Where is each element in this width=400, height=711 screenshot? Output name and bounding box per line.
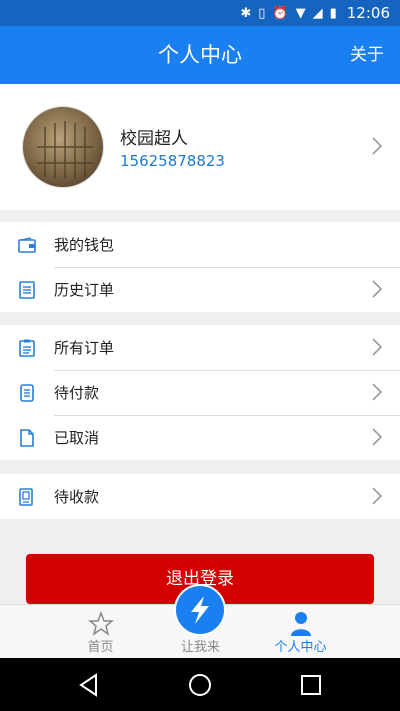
status-icons: ✱ ▯ ⏰ ▼ ◢ ▮ — [240, 6, 336, 21]
menu-item-label: 已取消 — [54, 429, 100, 447]
chevron-right-icon — [372, 382, 383, 406]
bill-icon — [18, 383, 36, 403]
list-icon — [18, 280, 36, 300]
menu-item-label: 我的钱包 — [54, 236, 115, 254]
menu-item-all-orders[interactable]: 所有订单 — [0, 325, 400, 370]
menu-group-wallet: 我的钱包 历史订单 — [0, 222, 400, 312]
app-bar: 个人中心 关于 — [0, 26, 400, 84]
menu-item-label: 待付款 — [54, 384, 100, 402]
menu-item-cancelled[interactable]: 已取消 — [0, 415, 400, 460]
menu-item-label: 待收款 — [54, 488, 100, 506]
menu-item-pending-receipt[interactable]: 待收款 — [0, 474, 400, 519]
menu-item-wallet[interactable]: 我的钱包 — [0, 222, 400, 267]
profile-name: 校园超人 — [120, 129, 188, 149]
menu-item-history-orders[interactable]: 历史订单 — [0, 267, 400, 312]
menu-group-receivable: 待收款 — [0, 474, 400, 519]
chevron-right-icon — [372, 427, 383, 451]
chevron-right-icon — [372, 279, 383, 303]
menu-group-orders: 所有订单 待付款 已取消 — [0, 325, 400, 460]
profile-card[interactable]: 校园超人 15625878823 — [0, 84, 400, 210]
person-icon — [234, 611, 367, 637]
chevron-right-icon — [372, 486, 383, 510]
chevron-right-icon — [372, 337, 383, 361]
bluetooth-icon: ✱ — [240, 5, 252, 21]
document-icon — [18, 428, 36, 448]
menu-item-label: 所有订单 — [54, 339, 115, 357]
avatar-image — [37, 121, 93, 179]
tab-label: 个人中心 — [274, 640, 327, 655]
status-bar: ✱ ▯ ⏰ ▼ ◢ ▮ 12:06 — [0, 0, 400, 26]
menu-item-label: 历史订单 — [54, 281, 115, 299]
recents-icon[interactable] — [298, 672, 324, 698]
avatar — [22, 106, 104, 188]
clipboard-icon — [18, 338, 36, 358]
system-nav-bar — [0, 658, 400, 711]
vibrate-icon: ▯ — [258, 5, 266, 21]
page-title: 个人中心 — [158, 43, 242, 67]
wifi-icon: ▼ — [295, 5, 306, 21]
menu-item-pending-payment[interactable]: 待付款 — [0, 370, 400, 415]
signal-icon: ◢ — [312, 5, 323, 21]
chevron-right-icon — [372, 136, 383, 160]
let-me-fab-button[interactable] — [174, 584, 226, 636]
profile-phone: 15625878823 — [120, 152, 225, 170]
back-icon[interactable] — [76, 672, 102, 698]
alarm-icon: ⏰ — [272, 5, 289, 21]
receipt-icon — [18, 487, 36, 507]
status-time: 12:06 — [346, 4, 390, 22]
tab-profile[interactable]: 个人中心 — [234, 605, 367, 659]
battery-icon: ▮ — [329, 5, 337, 21]
lightning-icon — [191, 596, 209, 624]
wallet-icon — [18, 235, 36, 255]
about-button[interactable]: 关于 — [350, 26, 384, 84]
home-icon[interactable] — [187, 672, 213, 698]
